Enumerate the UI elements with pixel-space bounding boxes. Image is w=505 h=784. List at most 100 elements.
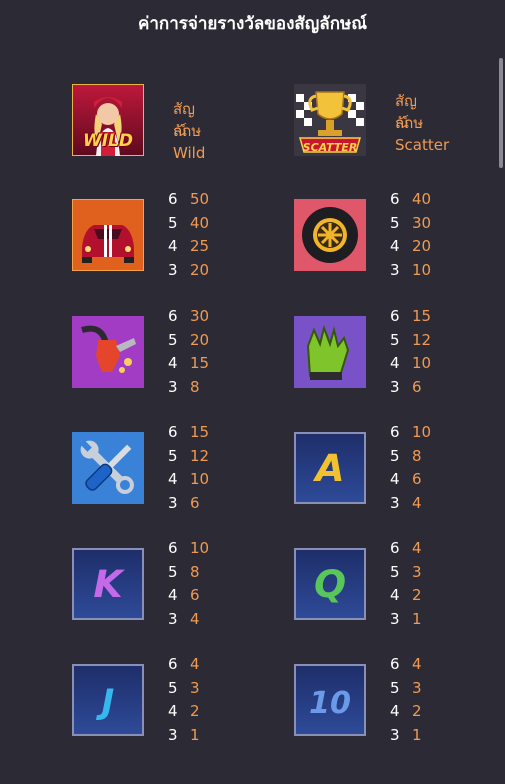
payout-row: 6 50 [168,188,209,212]
payout-list: 6 15 5 12 4 10 36 [390,305,431,399]
number-10-icon: 10 [294,664,366,736]
payout-value: 10 [190,470,210,488]
wrench-screwdriver-icon [72,432,144,504]
payout-value: 1 [412,609,422,628]
scatter-badge-text: SCATTER [302,141,358,154]
payout-count: 5 [168,446,178,465]
payout-count: 4 [390,237,400,255]
payout-row: 4 15 [168,352,209,376]
payout-count: 6 [168,307,178,325]
payout-count: 4 [390,586,400,604]
payout-list: 6 15 5 12 4 10 36 [168,421,209,515]
payout-count: 6 [390,307,400,325]
payout-count: 3 [168,493,178,512]
payout-row: 36 [390,376,431,400]
payout-count: 3 [168,725,178,744]
payout-value: 20 [412,237,432,255]
svg-text:K: K [93,562,125,606]
payout-list: 6 30 5 20 4 15 38 [168,305,209,399]
payout-row: 64 [390,537,422,561]
payout-row: 4 20 [390,235,431,259]
payout-value: 10 [412,354,432,372]
payout-count: 5 [390,678,400,697]
letter-j-icon: J [72,664,144,736]
payout-row: 31 [168,724,200,748]
payout-row: 38 [168,376,209,400]
wild-badge-text: WILD [82,131,134,151]
payout-count: 4 [168,237,178,255]
payout-row: 42 [390,584,422,608]
payout-value: 6 [190,586,200,604]
payout-value: 10 [412,260,432,279]
payout-count: 5 [168,330,178,349]
payout-row: 6 10 [168,537,209,561]
payout-count: 3 [390,725,400,744]
payout-row: 58 [390,445,431,469]
payout-value: 50 [190,190,210,208]
payout-count: 3 [390,260,400,279]
payout-value: 2 [412,586,422,604]
payout-count: 3 [168,260,178,279]
gloves-icon [294,316,366,388]
payout-row: 6 15 [390,305,431,329]
payout-list: 6 40 5 30 4 20 3 10 [390,188,431,282]
payout-count: 6 [390,655,400,673]
svg-text:10: 10 [309,686,351,721]
payout-row: 6 10 [390,421,431,445]
race-car-icon [72,199,144,271]
payout-value: 8 [190,377,200,396]
payout-count: 6 [168,190,178,208]
payout-count: 4 [168,354,178,372]
payout-value: 3 [412,678,422,697]
payout-count: 4 [168,470,178,488]
payout-row: 4 25 [168,235,209,259]
payout-list: 6 50 5 40 4 25 3 20 [168,188,209,282]
payout-row: 6 30 [168,305,209,329]
payout-value: 3 [190,678,200,697]
payout-row: 5 12 [390,329,431,353]
payout-row: 5 40 [168,212,209,236]
payout-row: 6 40 [390,188,431,212]
wild-label-line2: ณ์ Wild [173,122,206,162]
payout-row: 31 [390,724,422,748]
payout-row: 64 [390,653,422,677]
payout-count: 5 [168,562,178,581]
svg-text:Q: Q [314,562,346,606]
payout-value: 6 [190,493,200,512]
payout-value: 12 [190,446,210,465]
payout-count: 3 [390,377,400,396]
svg-text:A: A [312,446,344,490]
payout-row: 6 15 [168,421,209,445]
payout-list: 64 53 42 31 [390,537,422,631]
letter-k-icon: K [72,548,144,620]
payout-count: 3 [168,609,178,628]
tire-icon [294,199,366,271]
payout-row: 46 [168,584,209,608]
payout-value: 4 [190,655,200,673]
payout-value: 3 [412,562,422,581]
payout-row: 42 [168,700,200,724]
payout-row: 42 [390,700,422,724]
payout-value: 15 [412,307,432,325]
payout-value: 20 [190,330,210,349]
payout-count: 3 [390,493,400,512]
payout-value: 15 [190,423,210,441]
payout-value: 4 [412,493,422,512]
payout-value: 10 [190,539,210,557]
payout-row: 5 12 [168,445,209,469]
payout-count: 6 [168,655,178,673]
payout-count: 5 [390,213,400,232]
payout-count: 4 [390,354,400,372]
payout-value: 2 [412,702,422,720]
payout-row: 64 [168,653,200,677]
page-title: ค่าการจ่ายรางวัลของสัญลักษณ์ [138,14,367,34]
scrollbar[interactable] [499,58,503,168]
payout-row: 3 20 [168,259,209,283]
scatter-label-line3: Scatter [395,136,450,154]
payout-row: 53 [390,677,422,701]
payout-value: 8 [412,446,422,465]
payout-row: 5 20 [168,329,209,353]
payout-list: 64 53 42 31 [390,653,422,747]
payout-row: 4 10 [168,468,209,492]
payout-value: 30 [190,307,210,325]
